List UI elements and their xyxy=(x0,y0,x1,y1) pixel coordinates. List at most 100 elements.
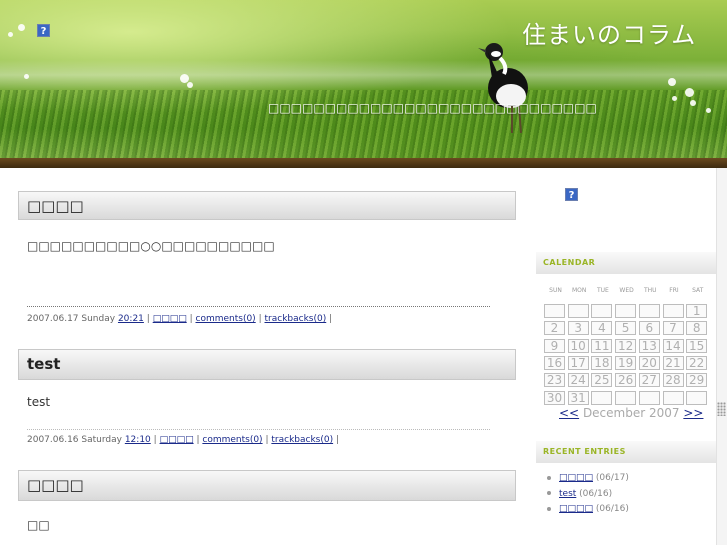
calendar-day: 26 xyxy=(615,373,637,388)
calendar-day: 22 xyxy=(686,355,708,370)
post-title-bar: □□□□ xyxy=(18,191,516,220)
dandelion-decoration xyxy=(685,88,694,97)
meta-separator: | xyxy=(153,435,157,445)
calendar-day: 3 xyxy=(567,321,589,336)
dandelion-decoration xyxy=(24,74,29,79)
calendar-day: 27 xyxy=(638,373,660,388)
recent-entry: □□□□ (06/16) xyxy=(547,504,629,514)
resize-grip-icon[interactable] xyxy=(717,402,726,416)
calendar-day: 13 xyxy=(638,338,660,353)
post-date: 2007.06.16 Saturday xyxy=(27,435,122,445)
post-trackbacks-link[interactable]: trackbacks(0) xyxy=(271,435,333,445)
recent-entries-heading: RECENT ENTRIES xyxy=(543,447,626,456)
calendar-day: 11 xyxy=(591,338,613,353)
calendar-day: 5 xyxy=(615,321,637,336)
calendar-empty-cell xyxy=(615,390,637,405)
calendar-empty-cell xyxy=(686,390,708,405)
bullet-icon xyxy=(547,491,551,495)
calendar-dow-sat: SAT xyxy=(692,287,704,294)
post-permalink[interactable]: 12:10 xyxy=(125,435,151,445)
recent-entry-link[interactable]: □□□□ xyxy=(559,473,593,483)
calendar-nav: << December 2007 >> xyxy=(559,406,703,420)
calendar-empty-cell xyxy=(638,390,660,405)
post-body: □□ xyxy=(27,518,50,532)
post-title[interactable]: □□□□ xyxy=(27,197,84,215)
post-comments-link[interactable]: comments(0) xyxy=(202,435,262,445)
calendar-day: 6 xyxy=(638,321,660,336)
post-body: □□□□□□□□□□○○□□□□□□□□□□ xyxy=(27,239,275,253)
calendar-day: 17 xyxy=(567,355,589,370)
right-edge-panel xyxy=(716,168,727,545)
calendar-day: 30 xyxy=(544,390,565,405)
post-author-link[interactable]: □□□□ xyxy=(160,435,194,445)
calendar-heading-bar: CALENDAR xyxy=(536,252,716,274)
calendar-day: 12 xyxy=(615,338,637,353)
calendar-empty-cell xyxy=(638,304,660,318)
recent-entry-date: (06/17) xyxy=(593,473,629,483)
recent-entry-date: (06/16) xyxy=(576,488,613,499)
post-date: 2007.06.17 Sunday xyxy=(27,314,116,324)
site-title[interactable]: 住まいのコラム xyxy=(522,15,696,50)
meta-separator: | xyxy=(258,314,262,324)
recent-entries-heading-bar: RECENT ENTRIES xyxy=(536,441,716,463)
calendar-empty-cell xyxy=(662,304,684,318)
dandelion-decoration xyxy=(8,32,13,37)
meta-separator: | xyxy=(189,314,193,324)
dandelion-decoration xyxy=(672,96,677,101)
broken-image-icon: ? xyxy=(37,24,50,37)
calendar-day: 29 xyxy=(686,373,708,388)
calendar-day: 14 xyxy=(662,338,684,353)
dandelion-decoration xyxy=(18,24,25,31)
recent-entry-date: (06/16) xyxy=(593,504,629,514)
recent-entry-link[interactable]: test xyxy=(559,489,576,499)
calendar-empty-cell xyxy=(662,390,684,405)
calendar-day: 8 xyxy=(686,321,708,336)
dandelion-decoration xyxy=(187,82,193,88)
dandelion-decoration xyxy=(668,78,676,86)
calendar-day: 25 xyxy=(591,373,613,388)
site-description: □□□□□□□□□□□□□□□□□□□□□□□□□□□□□ xyxy=(268,101,597,115)
calendar-heading: CALENDAR xyxy=(543,258,596,267)
recent-entry-link[interactable]: □□□□ xyxy=(559,504,593,514)
calendar-day: 2 xyxy=(544,321,565,336)
calendar-day: 9 xyxy=(544,338,565,353)
calendar-dow-fri: FRI xyxy=(669,287,679,294)
calendar-dow-sun: SUN xyxy=(549,287,562,294)
post-separator xyxy=(27,306,490,307)
post-trackbacks-link[interactable]: trackbacks(0) xyxy=(265,314,327,324)
meta-separator: | xyxy=(265,435,269,445)
post-title[interactable]: test xyxy=(27,355,60,373)
post-author-link[interactable]: □□□□ xyxy=(153,314,187,324)
header-divider xyxy=(0,158,727,168)
post-body: test xyxy=(27,395,51,409)
post-meta: 2007.06.17 Sunday 20:21 | □□□□ | comment… xyxy=(27,314,332,324)
calendar-day: 10 xyxy=(567,338,589,353)
post-meta: 2007.06.16 Saturday 12:10 | □□□□ | comme… xyxy=(27,435,339,445)
post-separator xyxy=(27,429,490,430)
calendar-day: 24 xyxy=(567,373,589,388)
calendar-day: 28 xyxy=(662,373,684,388)
broken-image-icon: ? xyxy=(565,188,578,201)
meta-separator: | xyxy=(146,314,150,324)
dandelion-decoration xyxy=(706,108,711,113)
calendar-dow-wed: WED xyxy=(619,287,634,294)
dandelion-decoration xyxy=(690,100,696,106)
bullet-icon xyxy=(547,506,551,511)
calendar-day: 16 xyxy=(544,355,565,370)
post-comments-link[interactable]: comments(0) xyxy=(196,314,256,324)
banner-haze xyxy=(0,60,727,90)
calendar-month: December 2007 xyxy=(582,406,680,420)
bullet-icon xyxy=(547,475,551,480)
calendar-next-link[interactable]: >> xyxy=(683,406,703,420)
post-permalink[interactable]: 20:21 xyxy=(118,314,144,324)
calendar-empty-cell xyxy=(544,304,565,318)
calendar-day: 15 xyxy=(686,338,708,353)
calendar-day: 4 xyxy=(591,321,613,336)
post-title[interactable]: □□□□ xyxy=(27,476,84,494)
calendar-prev-link[interactable]: << xyxy=(559,406,579,420)
recent-entry: test (06/16) xyxy=(547,489,612,499)
recent-entry: □□□□ (06/17) xyxy=(547,473,629,483)
calendar-day: 18 xyxy=(591,355,613,370)
calendar-empty-cell xyxy=(567,304,589,318)
calendar-dow-thu: THU xyxy=(644,287,657,294)
